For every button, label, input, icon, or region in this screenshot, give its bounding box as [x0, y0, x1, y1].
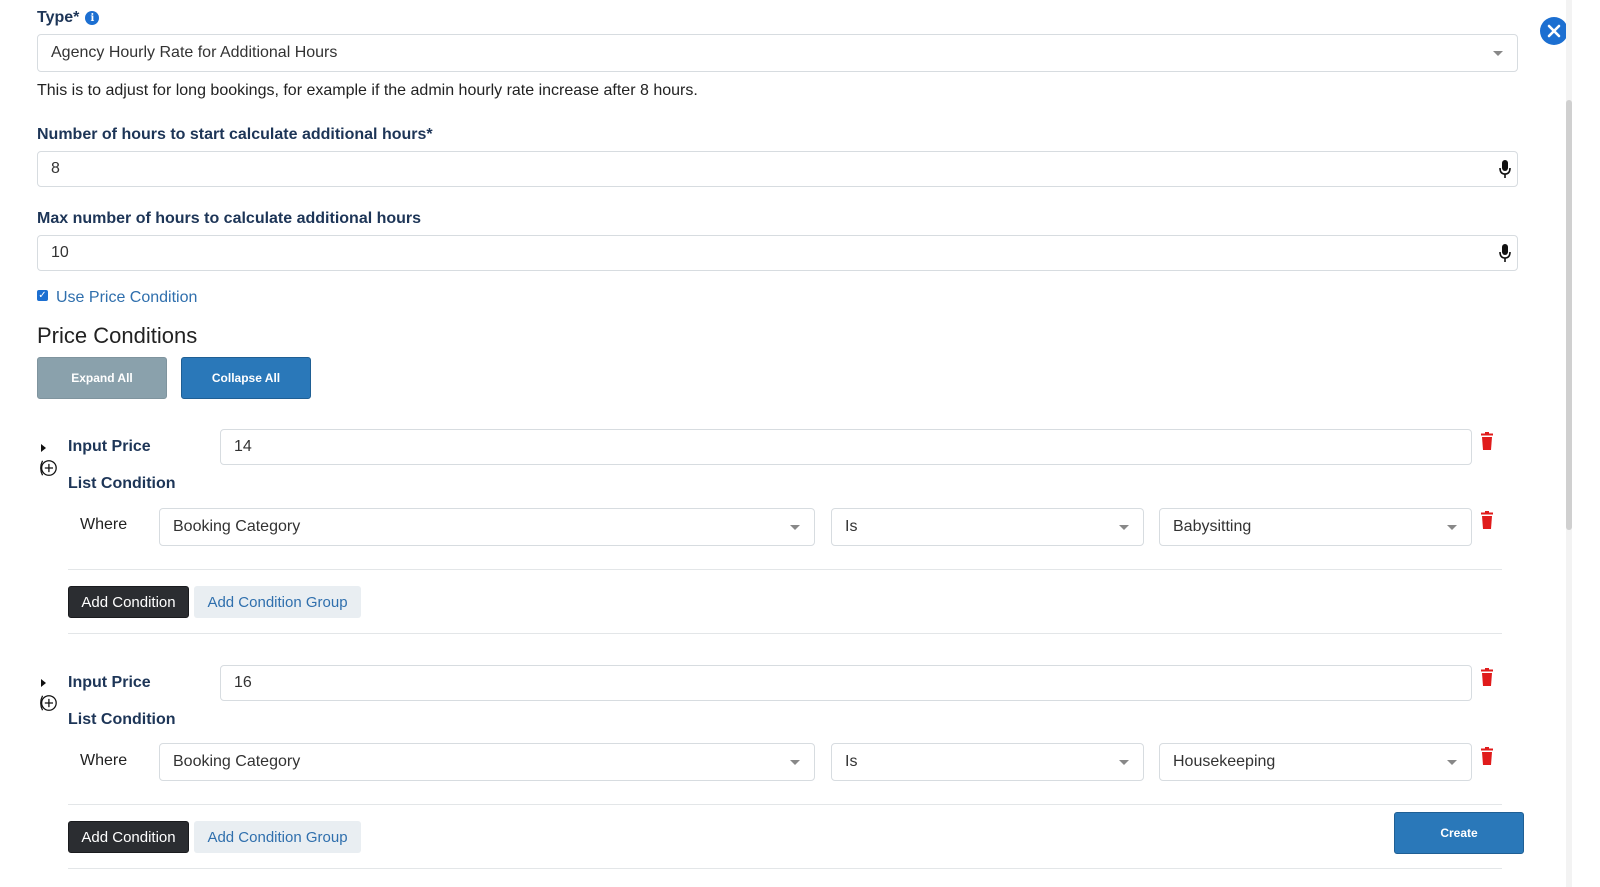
input-price-value: 14 [234, 438, 252, 455]
close-icon [1547, 24, 1561, 38]
input-price-label: Input Price [68, 674, 151, 691]
divider [68, 868, 1502, 869]
trash-icon[interactable] [1480, 511, 1494, 529]
condition-value-select[interactable]: Housekeeping [1159, 743, 1472, 781]
add-circle-icon[interactable] [38, 458, 58, 478]
where-label: Where [80, 516, 128, 533]
add-condition-button[interactable]: Add Condition [68, 821, 189, 853]
condition-value-value: Housekeeping [1173, 753, 1276, 770]
modal-form: Type* i Agency Hourly Rate for Additiona… [0, 0, 1600, 887]
divider [68, 569, 1502, 570]
use-price-condition-label[interactable]: Use Price Condition [56, 289, 197, 307]
divider [68, 633, 1502, 634]
start-hours-input[interactable]: 8 [37, 151, 1518, 187]
type-help-text: This is to adjust for long bookings, for… [37, 82, 698, 99]
type-select[interactable]: Agency Hourly Rate for Additional Hours [37, 34, 1518, 72]
input-price-field[interactable]: 14 [220, 429, 1472, 465]
trash-icon[interactable] [1480, 747, 1494, 765]
condition-operator-select[interactable]: Is [831, 508, 1144, 546]
start-hours-value: 8 [51, 160, 60, 177]
price-conditions-title: Price Conditions [37, 323, 198, 348]
scrollbar-thumb[interactable] [1566, 100, 1572, 530]
condition-field-select[interactable]: Booking Category [159, 743, 815, 781]
chevron-down-icon [1119, 525, 1129, 530]
condition-field-value: Booking Category [173, 518, 301, 535]
chevron-down-icon [790, 760, 800, 765]
start-hours-label: Number of hours to start calculate addit… [37, 126, 433, 143]
chevron-down-icon [1119, 760, 1129, 765]
use-price-condition-checkbox[interactable]: ✓ [37, 290, 48, 301]
expand-all-button[interactable]: Expand All [37, 357, 167, 399]
list-condition-label: List Condition [68, 711, 176, 728]
chevron-down-icon [790, 525, 800, 530]
add-condition-button[interactable]: Add Condition [68, 586, 189, 618]
condition-operator-select[interactable]: Is [831, 743, 1144, 781]
chevron-right-icon[interactable] [41, 679, 46, 687]
type-select-value: Agency Hourly Rate for Additional Hours [51, 44, 338, 61]
where-label: Where [80, 752, 128, 769]
max-hours-value: 10 [51, 244, 69, 261]
max-hours-label: Max number of hours to calculate additio… [37, 210, 422, 227]
close-button[interactable] [1540, 17, 1568, 45]
chevron-down-icon [1447, 760, 1457, 765]
chevron-down-icon [1493, 51, 1503, 56]
type-label-text: Type* [37, 9, 80, 26]
add-condition-group-button[interactable]: Add Condition Group [194, 586, 361, 618]
input-price-field[interactable]: 16 [220, 665, 1472, 701]
chevron-right-icon[interactable] [41, 444, 46, 452]
input-price-label: Input Price [68, 438, 151, 455]
max-hours-input[interactable]: 10 [37, 235, 1518, 271]
collapse-all-button[interactable]: Collapse All [181, 357, 311, 399]
trash-icon[interactable] [1480, 668, 1494, 686]
microphone-icon[interactable] [1499, 243, 1511, 263]
type-label: Type* i [37, 9, 100, 27]
condition-value-select[interactable]: Babysitting [1159, 508, 1472, 546]
condition-field-select[interactable]: Booking Category [159, 508, 815, 546]
condition-operator-value: Is [845, 753, 858, 770]
trash-icon[interactable] [1480, 432, 1494, 450]
condition-operator-value: Is [845, 518, 858, 535]
info-icon[interactable]: i [85, 11, 100, 25]
chevron-down-icon [1447, 525, 1457, 530]
add-condition-group-button[interactable]: Add Condition Group [194, 821, 361, 853]
condition-field-value: Booking Category [173, 753, 301, 770]
input-price-value: 16 [234, 674, 252, 691]
microphone-icon[interactable] [1499, 159, 1511, 179]
add-circle-icon[interactable] [38, 693, 58, 713]
condition-value-value: Babysitting [1173, 518, 1252, 535]
list-condition-label: List Condition [68, 475, 176, 492]
create-button[interactable]: Create [1394, 812, 1524, 854]
divider [68, 804, 1502, 805]
